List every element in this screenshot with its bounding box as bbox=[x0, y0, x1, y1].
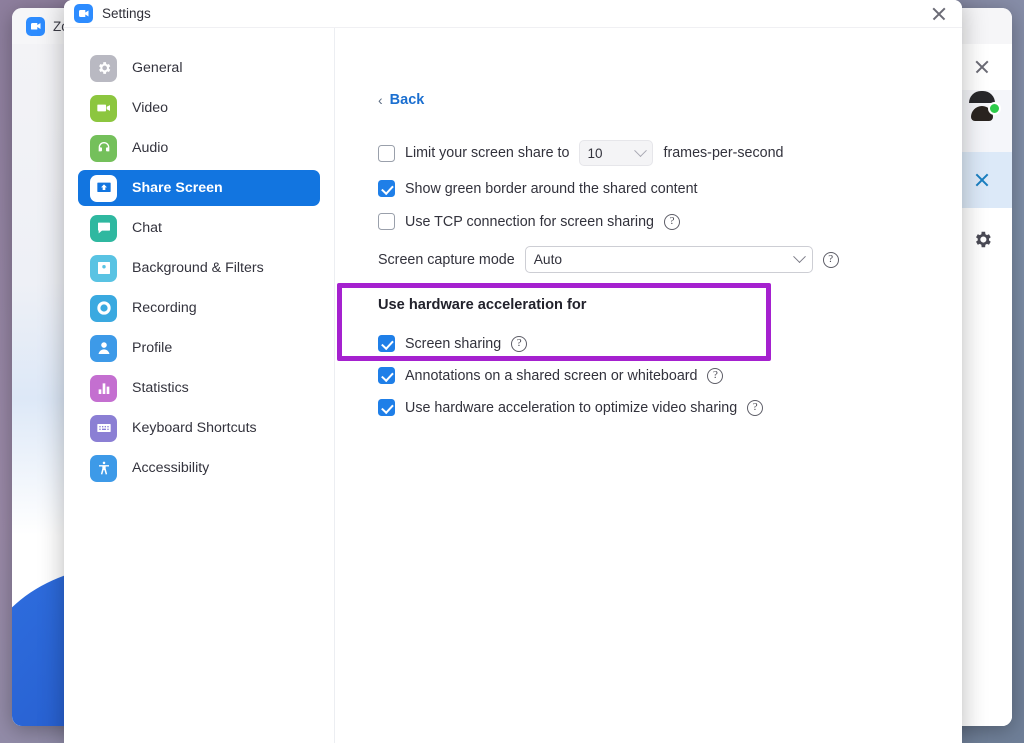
sidebar-item-label: Background & Filters bbox=[132, 260, 264, 276]
back-link[interactable]: ‹ Back bbox=[378, 92, 424, 108]
settings-close-button[interactable] bbox=[916, 0, 962, 28]
screen-capture-mode-dropdown[interactable]: Auto bbox=[525, 246, 813, 273]
sidebar-item-general[interactable]: General bbox=[78, 50, 320, 86]
headphones-icon bbox=[90, 135, 117, 162]
sidebar-item-label: Keyboard Shortcuts bbox=[132, 420, 257, 436]
close-icon bbox=[974, 172, 990, 188]
sidebar-item-keyboard-shortcuts[interactable]: Keyboard Shortcuts bbox=[78, 410, 320, 446]
chat-icon bbox=[90, 215, 117, 242]
annotations-label: Annotations on a shared screen or whiteb… bbox=[405, 368, 697, 384]
person-icon bbox=[90, 335, 117, 362]
screen-capture-mode-label: Screen capture mode bbox=[378, 252, 515, 268]
sidebar-item-statistics[interactable]: Statistics bbox=[78, 370, 320, 406]
fps-value: 10 bbox=[587, 146, 602, 161]
accessibility-icon bbox=[90, 455, 117, 482]
help-icon[interactable]: ? bbox=[823, 252, 839, 268]
close-icon bbox=[974, 59, 990, 75]
fps-value-dropdown[interactable]: 10 bbox=[579, 140, 653, 166]
record-icon bbox=[90, 295, 117, 322]
settings-titlebar: Settings bbox=[64, 0, 962, 28]
status-online-dot bbox=[988, 102, 1001, 115]
green-border-label: Show green border around the shared cont… bbox=[405, 181, 698, 197]
screen-capture-mode-value: Auto bbox=[534, 252, 562, 267]
desktop-backdrop: Zoom bbox=[0, 0, 1024, 743]
optimize-video-label: Use hardware acceleration to optimize vi… bbox=[405, 400, 737, 416]
sidebar-item-label: Statistics bbox=[132, 380, 189, 396]
sidebar-item-accessibility[interactable]: Accessibility bbox=[78, 450, 320, 486]
sidebar-item-label: Chat bbox=[132, 220, 162, 236]
chevron-down-icon bbox=[793, 250, 806, 263]
gear-icon bbox=[972, 229, 993, 250]
sidebar-item-video[interactable]: Video bbox=[78, 90, 320, 126]
limit-fps-checkbox[interactable] bbox=[378, 145, 395, 162]
settings-window: Settings General Video bbox=[64, 0, 962, 743]
share-screen-settings-panel: ‹ Back Limit your screen share to 10 fra… bbox=[335, 28, 962, 743]
chevron-down-icon bbox=[635, 144, 648, 157]
hardware-screen-sharing-checkbox[interactable] bbox=[378, 335, 395, 352]
sidebar-item-label: General bbox=[132, 60, 182, 76]
limit-fps-row: Limit your screen share to 10 frames-per… bbox=[378, 140, 783, 166]
annotations-row: Annotations on a shared screen or whiteb… bbox=[378, 367, 723, 384]
zoom-logo-icon bbox=[74, 4, 93, 23]
zoom-logo-icon bbox=[26, 17, 45, 36]
hardware-screen-sharing-label: Screen sharing bbox=[405, 336, 501, 352]
sidebar-item-label: Video bbox=[132, 100, 168, 116]
gear-icon bbox=[90, 55, 117, 82]
person-frame-icon bbox=[90, 255, 117, 282]
screen-capture-mode-row: Screen capture mode Auto ? bbox=[378, 246, 839, 273]
bar-chart-icon bbox=[90, 375, 117, 402]
user-avatar-icon bbox=[964, 103, 1000, 139]
camera-icon bbox=[90, 95, 117, 122]
green-border-checkbox[interactable] bbox=[378, 180, 395, 197]
settings-body: General Video Audio bbox=[64, 28, 962, 743]
settings-sidebar: General Video Audio bbox=[64, 28, 335, 743]
sidebar-item-label: Recording bbox=[132, 300, 197, 316]
sidebar-item-label: Accessibility bbox=[132, 460, 209, 476]
sidebar-item-label: Share Screen bbox=[132, 180, 223, 196]
settings-window-title: Settings bbox=[102, 6, 151, 21]
sidebar-item-audio[interactable]: Audio bbox=[78, 130, 320, 166]
sidebar-item-background-filters[interactable]: Background & Filters bbox=[78, 250, 320, 286]
chevron-left-icon: ‹ bbox=[378, 92, 383, 108]
tcp-connection-row: Use TCP connection for screen sharing ? bbox=[378, 213, 680, 230]
help-icon[interactable]: ? bbox=[707, 368, 723, 384]
help-icon[interactable]: ? bbox=[747, 400, 763, 416]
sidebar-item-label: Profile bbox=[132, 340, 172, 356]
back-label: Back bbox=[390, 92, 425, 108]
sidebar-item-chat[interactable]: Chat bbox=[78, 210, 320, 246]
fps-suffix-label: frames-per-second bbox=[663, 145, 783, 161]
keyboard-icon bbox=[90, 415, 117, 442]
sidebar-item-share-screen[interactable]: Share Screen bbox=[78, 170, 320, 206]
optimize-video-checkbox[interactable] bbox=[378, 399, 395, 416]
share-screen-icon bbox=[90, 175, 117, 202]
sidebar-item-profile[interactable]: Profile bbox=[78, 330, 320, 366]
help-icon[interactable]: ? bbox=[664, 214, 680, 230]
limit-fps-label: Limit your screen share to bbox=[405, 145, 569, 161]
sidebar-item-label: Audio bbox=[132, 140, 168, 156]
help-icon[interactable]: ? bbox=[511, 336, 527, 352]
hardware-acceleration-heading: Use hardware acceleration for bbox=[378, 297, 586, 313]
annotations-checkbox[interactable] bbox=[378, 367, 395, 384]
green-border-row: Show green border around the shared cont… bbox=[378, 180, 698, 197]
sidebar-item-recording[interactable]: Recording bbox=[78, 290, 320, 326]
tcp-connection-checkbox[interactable] bbox=[378, 213, 395, 230]
optimize-video-row: Use hardware acceleration to optimize vi… bbox=[378, 399, 763, 416]
hardware-screen-sharing-row: Screen sharing ? bbox=[378, 335, 527, 352]
close-icon bbox=[931, 6, 947, 22]
tcp-connection-label: Use TCP connection for screen sharing bbox=[405, 214, 654, 230]
